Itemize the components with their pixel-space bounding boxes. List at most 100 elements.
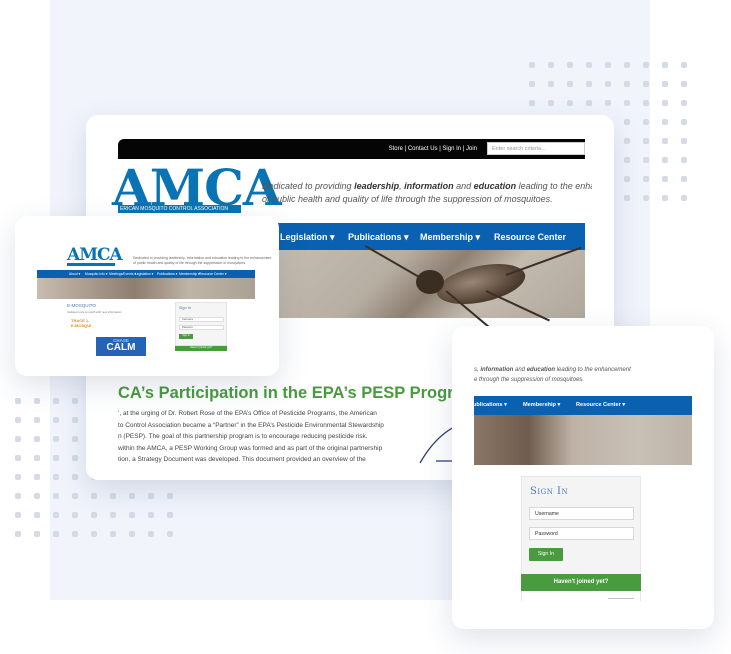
dot xyxy=(34,531,40,537)
nav-item[interactable]: Publications ▾ xyxy=(157,272,177,276)
username-field[interactable]: Username xyxy=(529,507,634,520)
nav-small: About ▾ Mosquito Info ▾ Meetings/Events … xyxy=(37,270,255,278)
utility-links[interactable]: Store | Contact Us | Sign In | Join xyxy=(389,146,477,152)
dot xyxy=(53,398,59,404)
dot xyxy=(567,100,573,106)
tagline-signin: s, information and education leading to … xyxy=(474,367,631,383)
dot xyxy=(605,100,611,106)
nav-item-publications[interactable]: ublications ▾ xyxy=(473,402,507,408)
form-footer xyxy=(521,591,641,601)
dot xyxy=(34,398,40,404)
dot xyxy=(15,398,21,404)
dot xyxy=(605,62,611,68)
dot xyxy=(53,417,59,423)
nav-item-resource-center[interactable]: Resource Center ▾ xyxy=(576,402,625,408)
orange-headline[interactable]: TRACE 1- E-MOSQUI xyxy=(71,318,91,328)
dot xyxy=(148,531,154,537)
dot xyxy=(72,436,78,442)
dot xyxy=(624,195,630,201)
dot xyxy=(15,455,21,461)
dot xyxy=(624,176,630,182)
dot xyxy=(662,195,668,201)
signin-title: Sign In xyxy=(530,486,569,497)
dot xyxy=(643,119,649,125)
signin-form: Sign In Username Password Sign In xyxy=(521,476,641,576)
dot xyxy=(605,81,611,87)
nav-item[interactable]: Mosquito Info ▾ xyxy=(85,272,107,276)
tagline-small: Dedicated to providing leadership, infor… xyxy=(133,256,272,265)
dot xyxy=(15,436,21,442)
nav-item[interactable]: About ▾ xyxy=(69,272,80,276)
dot xyxy=(110,531,116,537)
password-field-small[interactable]: Password xyxy=(179,325,224,330)
dot xyxy=(91,531,97,537)
nav-item-legislation[interactable]: Legislation ▾ xyxy=(280,232,335,243)
dot xyxy=(15,493,21,499)
dot xyxy=(34,455,40,461)
dot xyxy=(15,474,21,480)
nav-item-resource-center[interactable]: Resource Center xyxy=(494,232,566,242)
dot xyxy=(662,62,668,68)
search-input[interactable]: Enter search criteria... xyxy=(487,142,585,155)
dot xyxy=(129,512,135,518)
nav-item[interactable]: Resource Center ▾ xyxy=(199,272,227,276)
dot xyxy=(662,100,668,106)
section-body-small: Updated once a month with new informatio… xyxy=(67,310,122,314)
dot xyxy=(681,100,687,106)
password-field[interactable]: Password xyxy=(529,527,634,540)
logo-strip: ERICAN MOSQUITO CONTROL ASSOCIATION xyxy=(118,205,241,213)
dot xyxy=(624,157,630,163)
dot xyxy=(529,81,535,87)
dot xyxy=(548,62,554,68)
dot xyxy=(643,176,649,182)
signin-button-small[interactable]: Sign In xyxy=(179,334,193,339)
dot xyxy=(643,62,649,68)
dot xyxy=(53,512,59,518)
amca-logo-small[interactable]: AMCA xyxy=(67,247,123,264)
nav-item-membership[interactable]: Membership ▾ xyxy=(420,232,480,243)
dot xyxy=(72,474,78,480)
dot xyxy=(72,531,78,537)
mosquito-image-signin xyxy=(474,415,692,465)
dot xyxy=(110,512,116,518)
username-field-small[interactable]: Username xyxy=(179,317,224,322)
nav-item[interactable]: Membership ▾ xyxy=(179,272,200,276)
dot xyxy=(681,157,687,163)
chase-calm-banner[interactable]: CHASE CALM xyxy=(96,337,146,356)
signin-button[interactable]: Sign In xyxy=(529,548,563,561)
mosquito-banner-image xyxy=(246,245,585,331)
marketing-collage: Store | Contact Us | Sign In | Join Ente… xyxy=(0,0,731,654)
dot xyxy=(643,138,649,144)
site-tagline: Dedicated to providing leadership, infor… xyxy=(262,181,592,204)
dot xyxy=(34,436,40,442)
dot xyxy=(72,512,78,518)
dot xyxy=(586,62,592,68)
nav-item-publications[interactable]: Publications ▾ xyxy=(348,232,409,243)
dot xyxy=(662,81,668,87)
join-banner-small[interactable]: Haven't joined yet? xyxy=(175,346,227,351)
banner-image-small xyxy=(37,278,255,299)
dot xyxy=(167,493,173,499)
article-body: ’, at the urging of Dr. Robert Rose of t… xyxy=(118,410,384,463)
dot xyxy=(624,62,630,68)
dot xyxy=(72,417,78,423)
dot xyxy=(567,81,573,87)
nav-item[interactable]: Meetings/Events ▾ xyxy=(109,272,136,276)
join-banner[interactable]: Haven't joined yet? xyxy=(521,574,641,591)
main-nav: s ▾ Legislation ▾ Publications ▾ Members… xyxy=(244,223,585,250)
dot xyxy=(53,455,59,461)
dot xyxy=(53,436,59,442)
dot xyxy=(148,512,154,518)
homepage-thumbnail-card: AMCA Dedicated to providing leadership, … xyxy=(15,216,279,376)
nav-item[interactable]: Legislation ▾ xyxy=(135,272,153,276)
dot xyxy=(34,512,40,518)
dot xyxy=(53,474,59,480)
dot xyxy=(624,81,630,87)
section-title-small: E-MOSQUITO xyxy=(67,303,96,308)
dot xyxy=(53,493,59,499)
dot xyxy=(586,100,592,106)
nav-item-membership[interactable]: Membership ▾ xyxy=(523,402,560,408)
utility-bar: Store | Contact Us | Sign In | Join Ente… xyxy=(118,139,585,159)
dot xyxy=(72,455,78,461)
dot xyxy=(662,176,668,182)
